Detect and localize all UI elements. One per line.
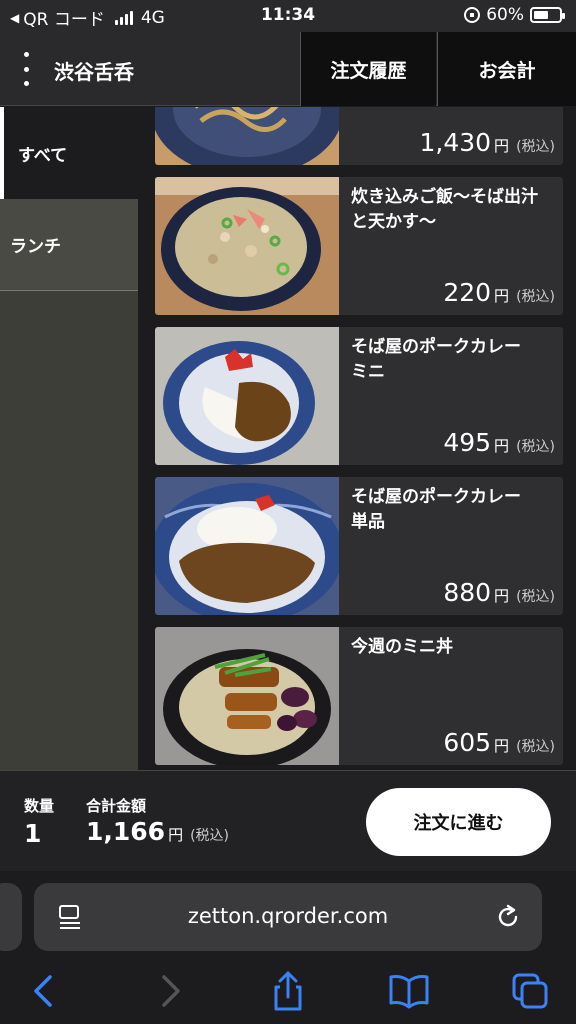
price-tax: (税込) bbox=[516, 139, 555, 155]
price-yen: 円 bbox=[494, 587, 510, 605]
pork-curry-mini-image bbox=[155, 327, 339, 465]
menu-item-name: そば屋のポークカレー 単品 bbox=[351, 487, 538, 532]
category-all[interactable]: すべて bbox=[0, 107, 138, 199]
menu-item-price: 605 円 (税込) bbox=[443, 728, 555, 757]
more-menu-icon[interactable] bbox=[14, 52, 38, 86]
battery-percent: 60% bbox=[486, 5, 524, 25]
reload-icon[interactable] bbox=[494, 903, 522, 931]
url-text: zetton.qrorder.com bbox=[187, 904, 389, 928]
menu-item-card[interactable]: そば屋のポークカレー ミニ 495 円 (税込) bbox=[155, 327, 563, 465]
back-icon[interactable] bbox=[24, 971, 64, 1011]
status-right: 60% bbox=[464, 5, 565, 25]
menu-item-price: 220 円 (税込) bbox=[443, 278, 555, 307]
order-summary-bar: 数量 合計金額 1 1,166 円 (税込) 注文に進む bbox=[0, 770, 576, 871]
menu-item-card[interactable]: 1,430 円 (税込) bbox=[155, 107, 563, 165]
price-yen: 円 bbox=[494, 437, 510, 455]
price-yen: 円 bbox=[494, 137, 510, 155]
menu-item-card[interactable]: 今週のミニ丼 605 円 (税込) bbox=[155, 627, 563, 765]
menu-item-price: 495 円 (税込) bbox=[443, 428, 555, 457]
menu-item-name: 炊き込みご飯〜そば出汁と天かす〜 bbox=[351, 187, 538, 232]
price-tax: (税込) bbox=[516, 439, 555, 455]
takikomi-rice-bowl-image bbox=[155, 177, 339, 315]
address-bar[interactable]: zetton.qrorder.com bbox=[34, 883, 542, 951]
quantity-label: 数量 bbox=[24, 797, 55, 815]
previous-tab-preview[interactable] bbox=[0, 883, 22, 951]
menu-item-price: 1,430 円 (税込) bbox=[419, 128, 555, 157]
order-history-button[interactable]: 注文履歴 bbox=[300, 32, 436, 106]
total-amount: 1,166 円 (税込) bbox=[86, 817, 229, 846]
price-value: 220 bbox=[443, 278, 492, 307]
store-name: 渋谷舌呑 bbox=[54, 60, 134, 84]
price-tax: (税込) bbox=[516, 589, 555, 605]
forward-icon[interactable] bbox=[150, 971, 190, 1011]
mini-donburi-image bbox=[155, 627, 339, 765]
menu-item-card[interactable]: 炊き込みご飯〜そば出汁と天かす〜 220 円 (税込) bbox=[155, 177, 563, 315]
quantity-value: 1 bbox=[24, 819, 42, 848]
soba-noodle-bowl-image bbox=[155, 107, 339, 165]
category-lunch[interactable]: ランチ bbox=[0, 199, 138, 291]
price-yen: 円 bbox=[494, 737, 510, 755]
category-sidebar: すべて ランチ bbox=[0, 107, 138, 770]
orientation-lock-icon bbox=[464, 7, 481, 23]
battery-icon bbox=[530, 7, 565, 23]
total-label: 合計金額 bbox=[86, 797, 147, 815]
bookmarks-icon[interactable] bbox=[389, 971, 429, 1011]
menu-item-name: そば屋のポークカレー ミニ bbox=[351, 337, 538, 382]
pork-curry-single-image bbox=[155, 477, 339, 615]
price-tax: (税込) bbox=[516, 289, 555, 305]
app-header: 渋谷舌呑 注文履歴 お会計 bbox=[0, 32, 576, 106]
browser-toolbar bbox=[0, 959, 576, 1024]
proceed-to-order-button[interactable]: 注文に進む bbox=[366, 788, 551, 856]
menu-item-name: 今週のミニ丼 bbox=[351, 637, 453, 657]
price-yen: 円 bbox=[494, 287, 510, 305]
price-tax: (税込) bbox=[516, 739, 555, 755]
total-value: 1,166 bbox=[86, 817, 166, 846]
status-bar: ◀ QR コード 4G 11:34 60% bbox=[0, 0, 576, 32]
price-value: 495 bbox=[443, 428, 492, 457]
share-icon[interactable] bbox=[268, 971, 308, 1011]
price-value: 1,430 bbox=[419, 128, 492, 157]
total-tax: (税込) bbox=[190, 828, 230, 844]
tabs-icon[interactable] bbox=[510, 971, 550, 1011]
menu-item-card[interactable]: そば屋のポークカレー 単品 880 円 (税込) bbox=[155, 477, 563, 615]
menu-list[interactable]: 1,430 円 (税込) 炊き込みご飯〜そば出汁と天かす〜 220 円 (税込) bbox=[138, 107, 576, 770]
price-value: 605 bbox=[443, 728, 492, 757]
menu-item-price: 880 円 (税込) bbox=[443, 578, 555, 607]
price-value: 880 bbox=[443, 578, 492, 607]
checkout-button[interactable]: お会計 bbox=[437, 32, 576, 106]
total-yen: 円 bbox=[168, 826, 184, 844]
browser-address-area: zetton.qrorder.com bbox=[0, 871, 576, 959]
